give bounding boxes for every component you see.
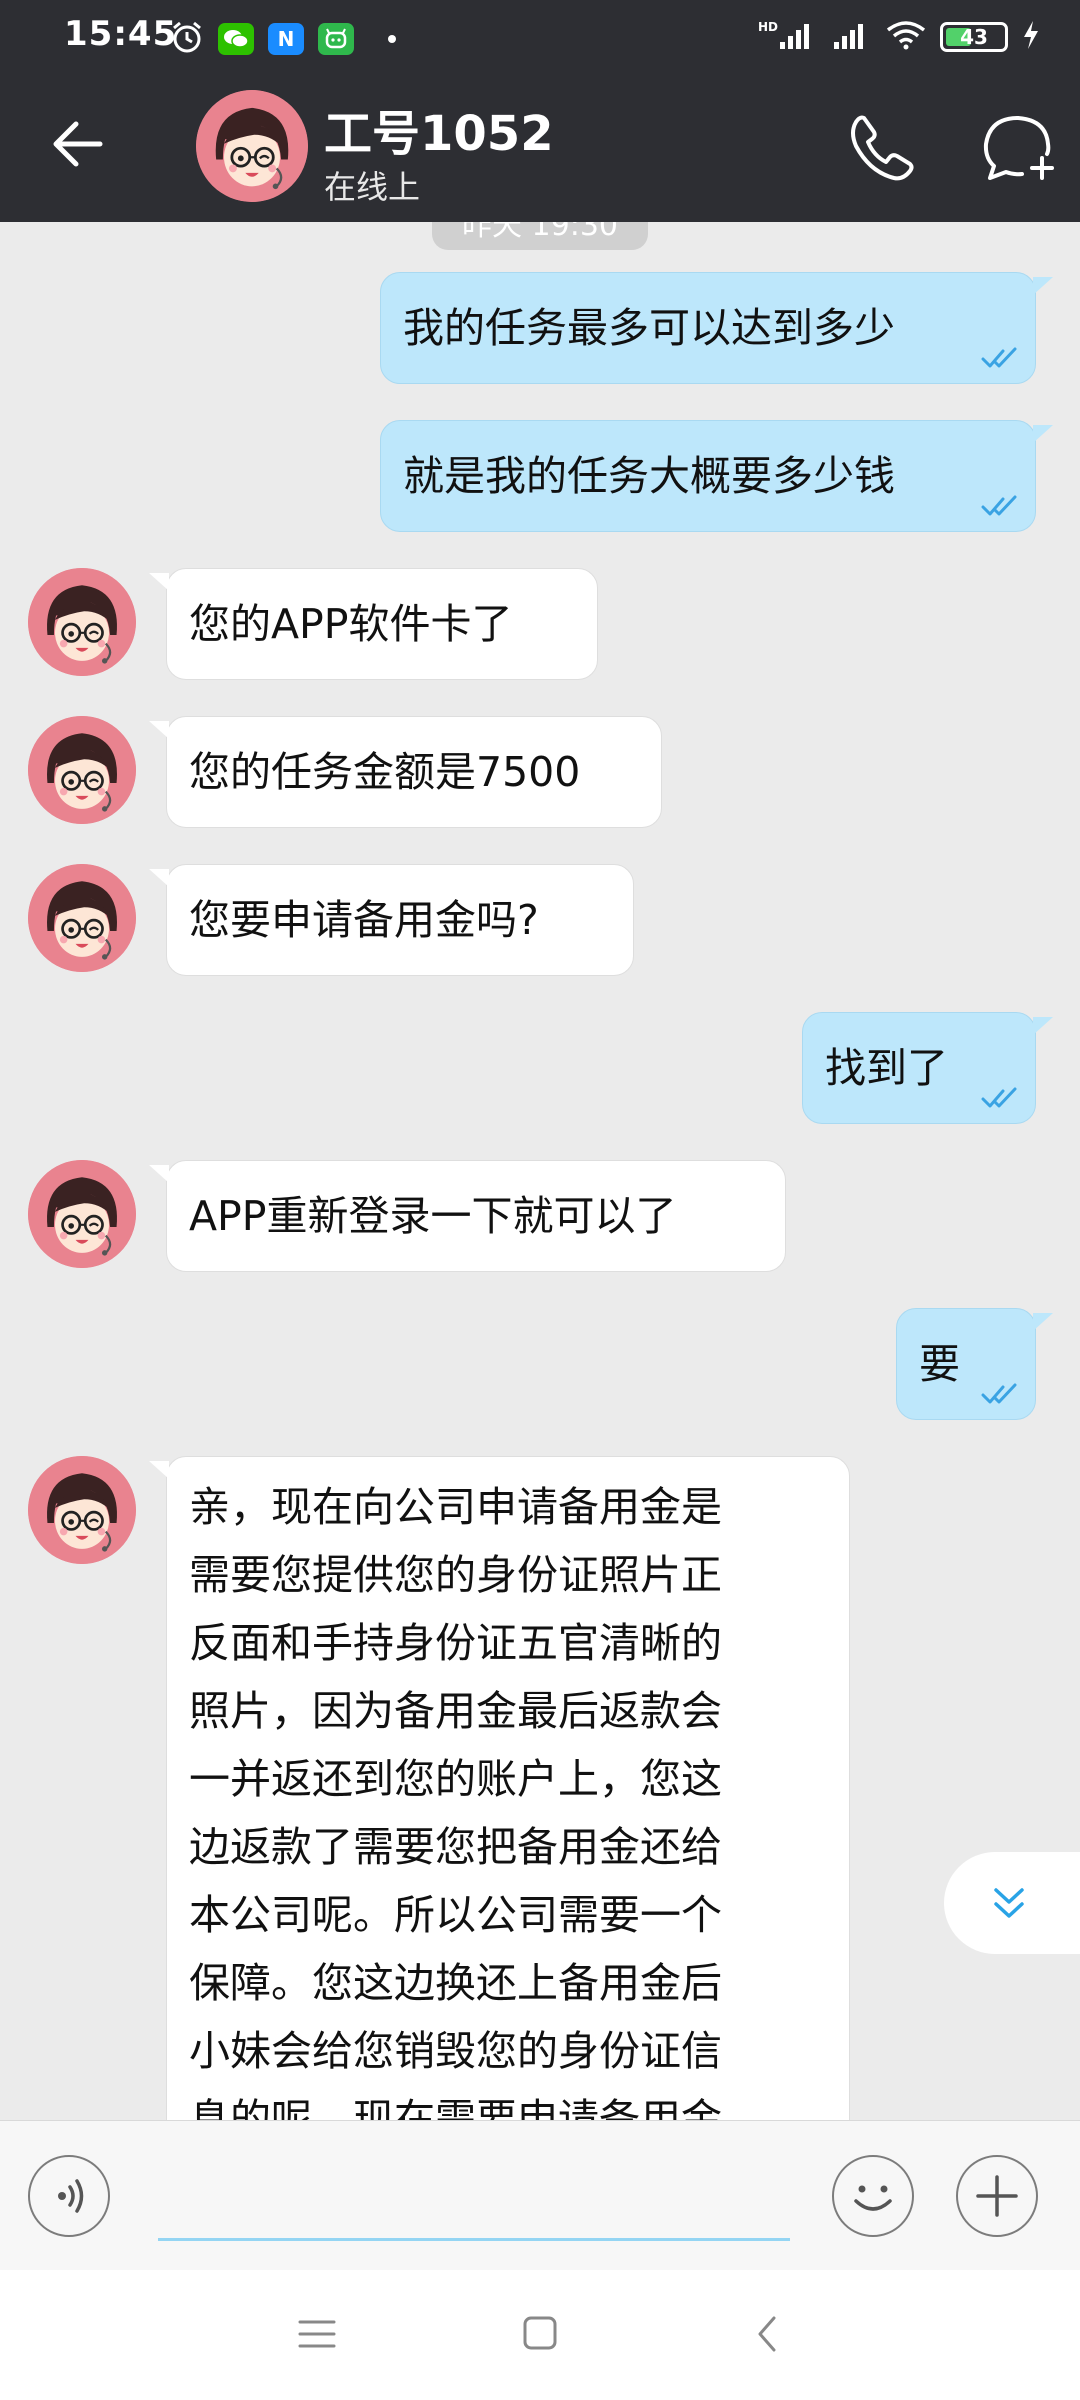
status-left-icons: N bbox=[170, 20, 396, 58]
message-text: 找到了 bbox=[825, 1044, 948, 1092]
home-icon[interactable] bbox=[522, 2314, 558, 2352]
voice-icon bbox=[58, 2179, 84, 2213]
message-line: 需要您提供您的身份证照片正 bbox=[189, 1551, 722, 1599]
sender-avatar[interactable] bbox=[28, 864, 136, 972]
hd-label: HD bbox=[757, 20, 778, 34]
menu-icon[interactable] bbox=[296, 2316, 338, 2352]
chat-area[interactable]: 昨天 19:30 我的任务最多可以达到多少 就是我的任务大概要多少钱 您的APP… bbox=[0, 222, 1080, 2120]
message-text: 您的APP软件卡了 bbox=[189, 600, 513, 648]
message-line: 保障。您这边换还上备用金后 bbox=[189, 1959, 722, 2007]
message-bubble-incoming[interactable]: 您要申请备用金吗? bbox=[149, 864, 634, 976]
contact-status: 在线上 bbox=[324, 168, 421, 206]
alarm-icon bbox=[170, 20, 204, 58]
battery-icon: 43 bbox=[940, 22, 1008, 52]
input-bar bbox=[0, 2120, 1080, 2270]
add-chat-button[interactable] bbox=[976, 106, 1060, 186]
battery-level: 43 bbox=[960, 25, 988, 49]
contact-avatar[interactable] bbox=[196, 90, 308, 202]
sender-avatar[interactable] bbox=[28, 1456, 136, 1564]
sender-avatar[interactable] bbox=[28, 568, 136, 676]
signal-icon bbox=[778, 20, 818, 54]
charging-icon bbox=[1022, 20, 1040, 54]
contact-name: 工号1052 bbox=[324, 106, 554, 162]
time-divider: 昨天 19:30 bbox=[432, 222, 648, 250]
read-receipt-icon bbox=[981, 1085, 1021, 1111]
message-text: 就是我的任务大概要多少钱 bbox=[403, 452, 895, 500]
message-line: 边返款了需要您把备用金还给 bbox=[189, 1823, 722, 1871]
more-options-button[interactable] bbox=[956, 2155, 1038, 2237]
scroll-to-bottom-button[interactable] bbox=[944, 1852, 1080, 1954]
back-button[interactable] bbox=[44, 110, 112, 178]
voice-button[interactable] bbox=[28, 2155, 110, 2237]
wechat-icon bbox=[218, 23, 254, 55]
n-app-icon: N bbox=[268, 23, 304, 55]
message-line: 照片，因为备用金最后返款会 bbox=[189, 1687, 722, 1735]
plus-icon bbox=[976, 2175, 1018, 2217]
notification-dot bbox=[388, 35, 396, 43]
message-line: 亲，现在向公司申请备用金是 bbox=[189, 1483, 722, 1531]
message-text: 我的任务最多可以达到多少 bbox=[403, 304, 895, 352]
message-bubble-incoming[interactable]: 您的任务金额是7500 bbox=[149, 716, 662, 828]
read-receipt-icon bbox=[981, 345, 1021, 371]
status-time: 15:45 bbox=[64, 14, 178, 54]
message-text: 您要申请备用金吗? bbox=[189, 896, 539, 944]
green-app-icon bbox=[318, 23, 354, 55]
message-bubble-outgoing[interactable]: 要 bbox=[896, 1308, 1053, 1420]
system-nav-bar bbox=[0, 2270, 1080, 2400]
status-right-icons: HD 43 bbox=[758, 20, 1040, 54]
message-line: 反面和手持身份证五官清晰的 bbox=[189, 1619, 722, 1667]
message-text: 您的任务金额是7500 bbox=[189, 748, 581, 796]
message-line: 本公司呢。所以公司需要一个 bbox=[189, 1891, 722, 1939]
message-line: 一并返还到您的账户上，您这 bbox=[189, 1755, 722, 1803]
message-text: APP重新登录一下就可以了 bbox=[189, 1192, 677, 1240]
back-arrow-icon bbox=[53, 121, 103, 167]
back-icon[interactable] bbox=[752, 2314, 782, 2354]
add-chat-icon bbox=[983, 116, 1054, 180]
double-chevron-down-icon bbox=[994, 1888, 1024, 1918]
sender-avatar[interactable] bbox=[28, 716, 136, 824]
read-receipt-icon bbox=[981, 1381, 1021, 1407]
call-button[interactable] bbox=[842, 106, 922, 186]
wifi-icon bbox=[886, 20, 926, 54]
message-bubble-incoming[interactable]: APP重新登录一下就可以了 bbox=[149, 1160, 786, 1272]
message-line: 息的呢，现在需要申请备用金 bbox=[189, 2095, 722, 2120]
message-bubble-outgoing[interactable]: 找到了 bbox=[802, 1012, 1053, 1124]
message-input[interactable] bbox=[158, 2145, 790, 2241]
signal-icon-2 bbox=[832, 20, 872, 54]
chat-header: 工号1052 在线上 bbox=[0, 68, 1080, 222]
message-bubble-outgoing[interactable]: 我的任务最多可以达到多少 bbox=[380, 272, 1053, 384]
message-bubble-incoming[interactable]: 您的APP软件卡了 bbox=[149, 568, 598, 680]
message-text: 要 bbox=[919, 1340, 960, 1388]
message-line: 小妹会给您销毁您的身份证信 bbox=[189, 2027, 722, 2075]
emoji-icon bbox=[854, 2185, 892, 2211]
message-bubble-incoming[interactable]: 亲，现在向公司申请备用金是 需要您提供您的身份证照片正 反面和手持身份证五官清晰… bbox=[149, 1456, 850, 2120]
phone-icon bbox=[851, 115, 914, 181]
status-bar: 15:45 N HD 43 bbox=[0, 0, 1080, 68]
message-bubble-outgoing[interactable]: 就是我的任务大概要多少钱 bbox=[380, 420, 1053, 532]
read-receipt-icon bbox=[981, 493, 1021, 519]
sender-avatar[interactable] bbox=[28, 1160, 136, 1268]
emoji-button[interactable] bbox=[832, 2155, 914, 2237]
